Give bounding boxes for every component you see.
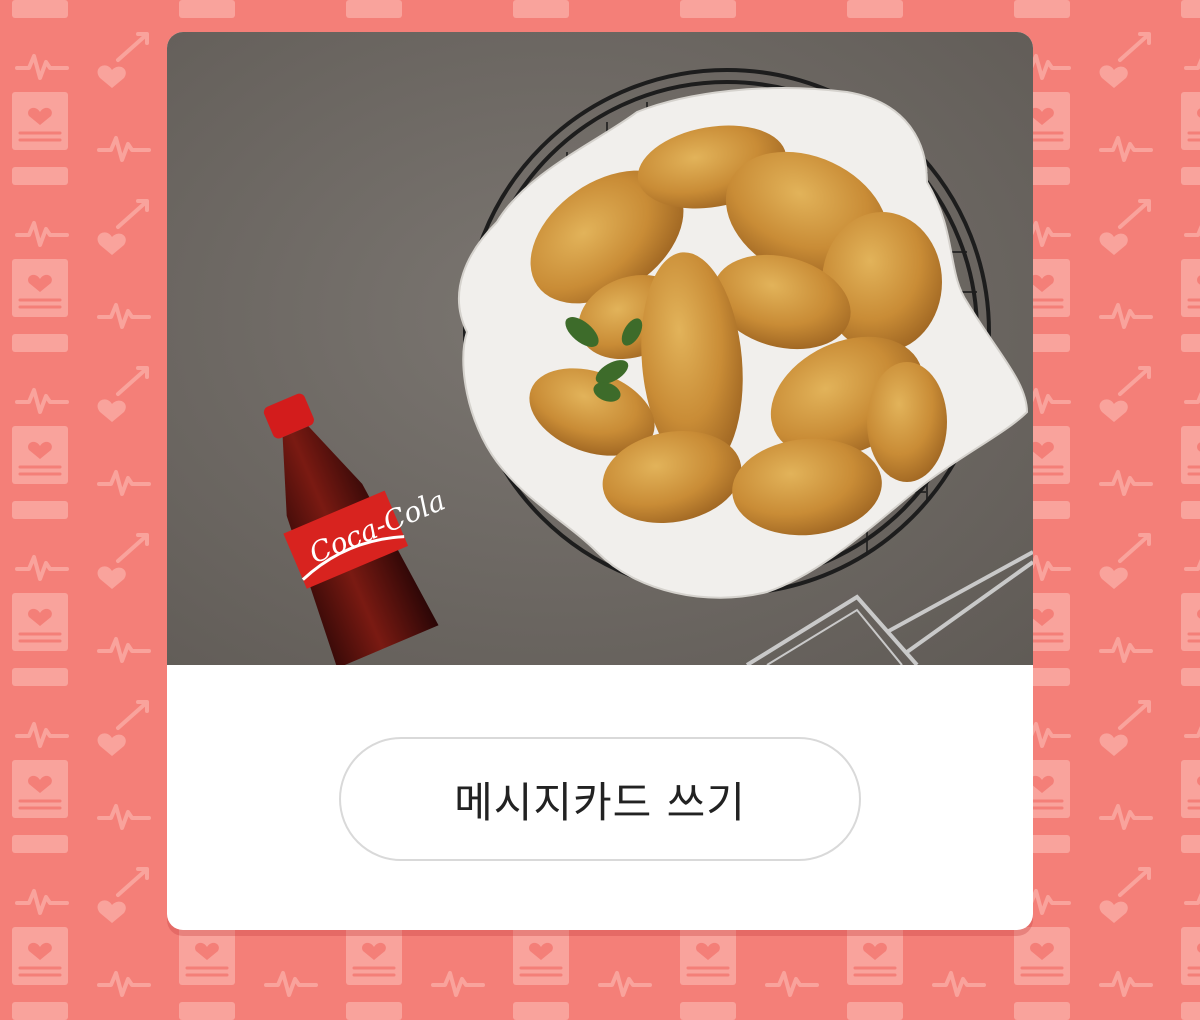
fried-chicken-photo: Coca-Cola [167, 32, 1033, 665]
write-message-card-label: 메시지카드 쓰기 [454, 777, 746, 827]
gift-card: Coca-Cola 메시지카드 쓰기 [167, 32, 1033, 930]
write-message-card-button[interactable]: 메시지카드 쓰기 [339, 737, 861, 861]
